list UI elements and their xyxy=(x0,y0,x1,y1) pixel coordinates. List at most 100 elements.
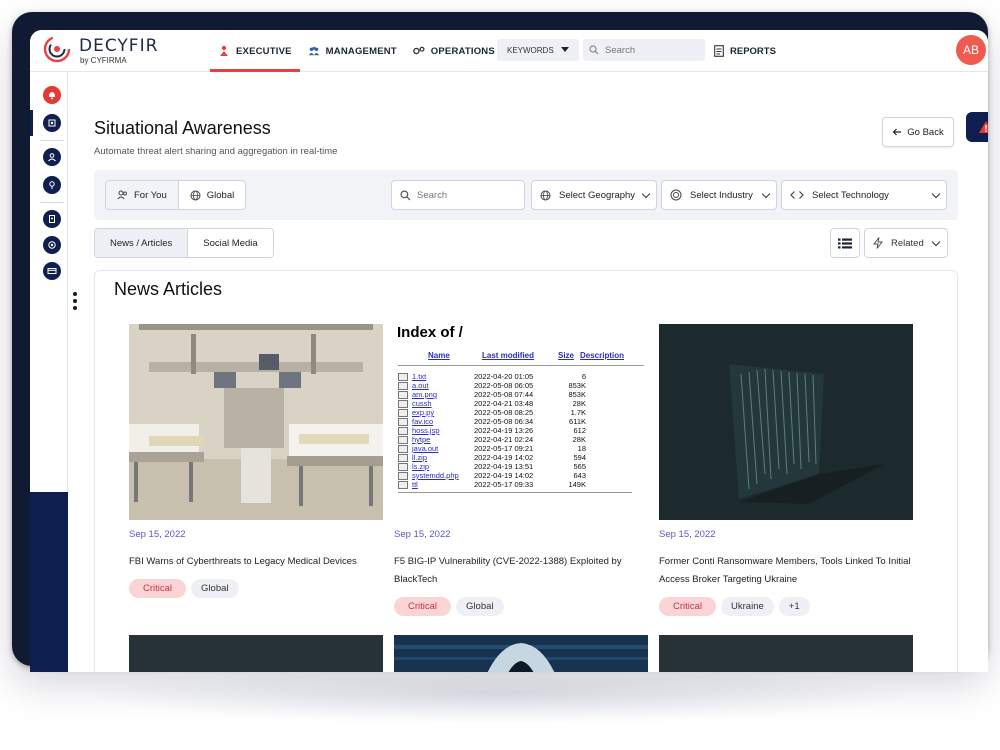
index-heading: Index of / xyxy=(397,324,463,341)
index-file-name[interactable]: a.out xyxy=(412,381,474,390)
article-image-directory-listing: Index of / Name Last modified Size Descr… xyxy=(394,324,648,520)
arrow-left-icon xyxy=(892,128,902,136)
article-card[interactable]: Index of / Name Last modified Size Descr… xyxy=(394,324,648,616)
hooded-hacker-image xyxy=(394,635,648,672)
index-rule xyxy=(398,492,632,493)
index-file-name[interactable]: 1.txt xyxy=(412,372,474,381)
sort-related-dropdown[interactable]: Related xyxy=(864,228,948,258)
keywords-dropdown[interactable]: KEYWORDS xyxy=(497,39,579,61)
index-file-size: 18 xyxy=(577,444,586,453)
article-title[interactable]: F5 BIG-IP Vulnerability (CVE-2022-1388) … xyxy=(394,553,648,589)
industry-icon xyxy=(670,189,682,201)
code-screen-image xyxy=(659,324,913,520)
index-file-date: 2022-05-17 09:33 xyxy=(474,480,534,489)
index-file-date: 2022-05-08 06:05 xyxy=(474,381,534,390)
article-card-row2[interactable] xyxy=(129,635,383,672)
severity-tag: Critical xyxy=(659,597,717,616)
article-card[interactable]: Sep 15, 2022 FBI Warns of Cyberthreats t… xyxy=(129,324,383,598)
article-date: Sep 15, 2022 xyxy=(659,529,716,540)
operations-icon xyxy=(412,46,425,55)
nav-operations-label: OPERATIONS xyxy=(430,45,495,57)
index-file-name[interactable]: ll.zip xyxy=(412,453,474,462)
index-rule xyxy=(398,365,644,366)
index-file-name[interactable]: hytpe xyxy=(412,435,474,444)
index-file-name[interactable]: systemdd.php xyxy=(412,471,474,480)
decyfir-logo[interactable]: DECYFIR by CYFIRMA xyxy=(43,33,163,67)
technology-select[interactable]: Select Technology xyxy=(781,180,947,210)
index-file-size: 1.7K xyxy=(570,408,586,417)
card-icon xyxy=(47,268,57,274)
index-file-name[interactable]: hoss.jsp xyxy=(412,426,474,435)
sidebar-situational-awareness[interactable] xyxy=(30,110,61,136)
bell-icon xyxy=(49,92,55,100)
go-back-label: Go Back xyxy=(907,126,944,138)
scope-for-you[interactable]: For You xyxy=(106,181,178,209)
tab-news-articles[interactable]: News / Articles xyxy=(95,229,188,257)
tab-social-media[interactable]: Social Media xyxy=(187,229,273,257)
index-col-description: Description xyxy=(580,351,625,360)
index-rows: 1.txt 2022-04-20 01:05 6 a.out 2022-05-08 06… xyxy=(394,372,648,489)
document-icon xyxy=(714,45,724,57)
article-title[interactable]: Former Conti Ransomware Members, Tools L… xyxy=(659,553,913,589)
alerts-side-tab[interactable] xyxy=(966,112,988,142)
file-icon xyxy=(398,381,408,390)
sidebar-item-7[interactable] xyxy=(43,262,61,280)
avatar-initials: AB xyxy=(962,43,979,57)
industry-select[interactable]: Select Industry xyxy=(661,180,777,210)
lightning-icon xyxy=(873,237,883,249)
index-file-date: 2022-05-08 06:34 xyxy=(474,417,534,426)
index-row: am.png 2022-05-08 07:44 853K xyxy=(394,390,648,399)
sidebar-item-3[interactable] xyxy=(43,148,61,166)
filter-search-input[interactable] xyxy=(417,189,517,201)
user-avatar[interactable]: AB xyxy=(956,35,986,65)
index-row: ls.zip 2022-04-19 13:51 565 xyxy=(394,462,648,471)
sidebar-item-5[interactable] xyxy=(43,210,61,228)
list-view-button[interactable] xyxy=(830,228,860,258)
file-icon xyxy=(398,471,408,480)
article-date: Sep 15, 2022 xyxy=(394,529,451,540)
chevron-down-icon xyxy=(931,189,941,199)
sidebar-alerts[interactable] xyxy=(43,86,61,104)
badge-icon xyxy=(49,215,55,223)
app-screen: DECYFIR by CYFIRMA EXECUTIVE MANAGEMENT xyxy=(30,30,988,672)
file-icon xyxy=(398,372,408,381)
index-file-name[interactable]: java.out xyxy=(412,444,474,453)
article-title[interactable]: FBI Warns of Cyberthreats to Legacy Medi… xyxy=(129,553,383,571)
person-icon xyxy=(48,153,56,162)
news-articles-panel: News Articles Sep 15, 2022 FBI Warns of … xyxy=(94,270,958,672)
index-file-size: 643 xyxy=(573,471,586,480)
article-card-row2[interactable] xyxy=(394,635,648,672)
nav-reports[interactable]: REPORTS xyxy=(714,30,776,72)
list-icon xyxy=(838,238,852,248)
index-row: hoss.jsp 2022-04-19 13:26 612 xyxy=(394,426,648,435)
index-file-name[interactable]: ttl xyxy=(412,480,474,489)
scope-global[interactable]: Global xyxy=(177,181,245,209)
index-file-name[interactable]: exp.py xyxy=(412,408,474,417)
index-row: ll.zip 2022-04-19 14:02 594 xyxy=(394,453,648,462)
index-file-name[interactable]: am.png xyxy=(412,390,474,399)
article-card[interactable]: Sep 15, 2022 Former Conti Ransomware Mem… xyxy=(659,324,913,616)
geography-select[interactable]: Select Geography xyxy=(531,180,657,210)
index-file-name[interactable]: cussh xyxy=(412,399,474,408)
sidebar-divider xyxy=(40,140,64,141)
index-file-name[interactable]: fav.ico xyxy=(412,417,474,426)
nav-operations[interactable]: OPERATIONS xyxy=(405,30,503,72)
header-search-input[interactable] xyxy=(605,44,695,56)
index-file-size: 853K xyxy=(568,381,586,390)
sidebar-toggle-handle[interactable] xyxy=(73,292,77,310)
index-file-size: 565 xyxy=(573,462,586,471)
sidebar-item-4[interactable] xyxy=(43,176,61,194)
management-icon xyxy=(308,46,319,56)
users-icon xyxy=(117,190,127,200)
nav-management[interactable]: MANAGEMENT xyxy=(300,30,405,72)
severity-tag: Critical xyxy=(129,579,187,598)
index-file-name[interactable]: ls.zip xyxy=(412,462,474,471)
index-row: cussh 2022-04-21 03:48 28K xyxy=(394,399,648,408)
go-back-button[interactable]: Go Back xyxy=(882,117,954,147)
nav-executive[interactable]: EXECUTIVE xyxy=(210,30,300,72)
logo-subtitle: by CYFIRMA xyxy=(80,56,127,65)
more-tags-count[interactable]: +1 xyxy=(778,597,810,616)
article-card-row2[interactable] xyxy=(659,635,913,672)
sidebar-item-6[interactable] xyxy=(43,236,61,254)
chevron-down-icon xyxy=(761,189,771,199)
